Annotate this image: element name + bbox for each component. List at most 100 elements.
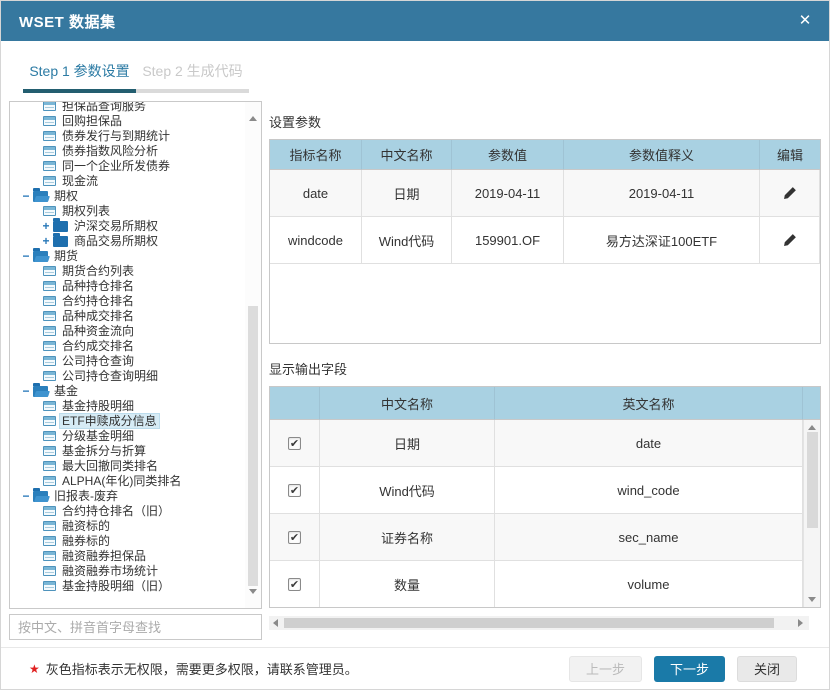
tree-item[interactable]: 期货合约列表	[10, 263, 244, 278]
table-leaf-icon	[43, 400, 56, 411]
tab-step2-codegen[interactable]: Step 2 生成代码	[136, 61, 249, 102]
tree-item-label: 现金流	[62, 173, 99, 188]
field-row: ✔ 日期 date	[270, 420, 820, 467]
tree-item-label: 同一个企业所发债券	[62, 158, 171, 173]
tree-item[interactable]: 公司持仓查询	[10, 353, 244, 368]
checkbox-checked-icon[interactable]: ✔	[288, 530, 301, 544]
scroll-up-icon[interactable]	[249, 116, 257, 121]
scroll-left-icon[interactable]	[273, 619, 278, 627]
scroll-down-icon[interactable]	[808, 597, 816, 602]
collapse-toggle-icon[interactable]: −	[19, 249, 33, 263]
tree-item[interactable]: 最大回撤同类排名	[10, 458, 244, 473]
table-leaf-icon	[43, 505, 56, 516]
horizontal-scrollbar[interactable]	[269, 616, 809, 630]
tree-item[interactable]: 融资融券担保品	[10, 548, 244, 563]
expand-toggle-icon[interactable]: +	[39, 234, 53, 248]
prev-step-button[interactable]: 上一步	[568, 655, 642, 682]
close-icon[interactable]: ✕	[793, 9, 817, 33]
tree-item[interactable]: 基金持股明细	[10, 398, 244, 413]
tree-item[interactable]: ETF申赎成分信息	[10, 412, 244, 429]
tree-item[interactable]: 公司持仓查询明细	[10, 368, 244, 383]
tree-item[interactable]: + 商品交易所期权	[10, 233, 244, 248]
edit-pencil-icon[interactable]	[783, 233, 797, 247]
scroll-down-icon[interactable]	[249, 589, 257, 594]
fields-scrollbar[interactable]	[803, 420, 820, 607]
tree-item[interactable]: 回购担保品	[10, 113, 244, 128]
param-row: windcode Wind代码 159901.OF 易方达深证100ETF	[270, 217, 820, 264]
table-leaf-icon	[43, 550, 56, 561]
field-row: ✔ Wind代码 wind_code	[270, 467, 820, 514]
field-cn-name-cell: 日期	[320, 420, 495, 467]
tree-item[interactable]: 合约持仓排名	[10, 293, 244, 308]
next-step-button[interactable]: 下一步	[653, 655, 725, 682]
tree-item[interactable]: 品种资金流向	[10, 323, 244, 338]
fields-header-spacer	[803, 387, 820, 420]
tree-item-label: 合约成交排名	[62, 338, 135, 353]
tree-item[interactable]: 基金拆分与折算	[10, 443, 244, 458]
tree-item-label: 品种持仓排名	[62, 278, 135, 293]
tree-search-input[interactable]	[9, 614, 262, 640]
tree-item[interactable]: 债券发行与到期统计	[10, 128, 244, 143]
tree-item[interactable]: 融券标的	[10, 533, 244, 548]
params-table: 指标名称 中文名称 参数值 参数值释义 编辑 date 日期 2019-04-11 2019-…	[269, 139, 821, 344]
tree-item[interactable]: 债券指数风险分析	[10, 143, 244, 158]
checkbox-checked-icon[interactable]: ✔	[288, 436, 301, 450]
tree-item-label: 商品交易所期权	[74, 233, 159, 248]
tree-item-label: 合约持仓排名（旧）	[62, 503, 171, 518]
permission-note-text: 灰色指标表示无权限，需要更多权限，请联系管理员。	[45, 662, 358, 677]
table-leaf-icon	[43, 355, 56, 366]
tab-step1-label: Step 1 参数设置	[29, 63, 130, 79]
tab-step2-underline	[136, 89, 249, 93]
close-button[interactable]: 关闭	[736, 655, 797, 682]
tree-item[interactable]: 品种持仓排名	[10, 278, 244, 293]
tree-item-label: 期货合约列表	[62, 263, 135, 278]
folder-closed-icon	[53, 233, 68, 247]
tree-item[interactable]: − 期货	[10, 248, 244, 263]
checkbox-checked-icon[interactable]: ✔	[288, 483, 301, 497]
tree-item[interactable]: ALPHA(年化)同类排名	[10, 473, 244, 488]
table-leaf-icon	[43, 340, 56, 351]
tree-item[interactable]: 融资融券市场统计	[10, 563, 244, 578]
tree-item[interactable]: − 基金	[10, 383, 244, 398]
tree-item[interactable]: − 旧报表-废弃	[10, 488, 244, 503]
tree-scrollbar-thumb[interactable]	[248, 306, 258, 586]
checkbox-checked-icon[interactable]: ✔	[288, 577, 301, 591]
wset-dataset-dialog: WSET 数据集 ✕ Step 1 参数设置 Step 2 生成代码 担保品查询…	[0, 0, 830, 690]
collapse-toggle-icon[interactable]: −	[19, 189, 33, 203]
tree-item-label: ALPHA(年化)同类排名	[62, 473, 182, 488]
scroll-right-icon[interactable]	[798, 619, 803, 627]
dialog-titlebar: WSET 数据集 ✕	[1, 1, 829, 41]
fields-table-body: ✔ 日期 date ✔ Wind代码 wind_code ✔ 证券名称 sec_name ✔ 数量 v…	[270, 420, 820, 607]
tree-item[interactable]: − 期权	[10, 188, 244, 203]
tree-item-label: 品种成交排名	[62, 308, 135, 323]
expand-toggle-icon[interactable]: +	[39, 219, 53, 233]
tab-step1-params[interactable]: Step 1 参数设置	[23, 61, 136, 102]
tree-scrollbar[interactable]	[245, 102, 261, 608]
tree-item[interactable]: 合约成交排名	[10, 338, 244, 353]
tree-item[interactable]: 基金持股明细（旧）	[10, 578, 244, 593]
tree-item[interactable]: 融资标的	[10, 518, 244, 533]
field-en-name-cell: volume	[495, 561, 803, 607]
fields-scrollbar-thumb[interactable]	[807, 432, 818, 528]
horizontal-scrollbar-thumb[interactable]	[284, 618, 774, 628]
field-en-name-cell: sec_name	[495, 514, 803, 561]
collapse-toggle-icon[interactable]: −	[19, 384, 33, 398]
table-leaf-icon	[43, 325, 56, 336]
table-leaf-icon	[43, 130, 56, 141]
tree-item[interactable]: 分级基金明细	[10, 428, 244, 443]
tree-item[interactable]: 期权列表	[10, 203, 244, 218]
tree-item[interactable]: 同一个企业所发债券	[10, 158, 244, 173]
tree-item[interactable]: 担保品查询服务	[10, 102, 244, 113]
params-column-header: 中文名称	[362, 140, 452, 170]
fields-table-header: 中文名称 英文名称	[270, 387, 820, 420]
edit-pencil-icon[interactable]	[783, 186, 797, 200]
tree-item[interactable]: + 沪深交易所期权	[10, 218, 244, 233]
collapse-toggle-icon[interactable]: −	[19, 489, 33, 503]
folder-open-icon	[33, 248, 48, 262]
tree-item[interactable]: 品种成交排名	[10, 308, 244, 323]
tree-item[interactable]: 合约持仓排名（旧）	[10, 503, 244, 518]
table-leaf-icon	[43, 295, 56, 306]
table-leaf-icon	[43, 475, 56, 486]
scroll-up-icon[interactable]	[808, 425, 816, 430]
tree-item[interactable]: 现金流	[10, 173, 244, 188]
